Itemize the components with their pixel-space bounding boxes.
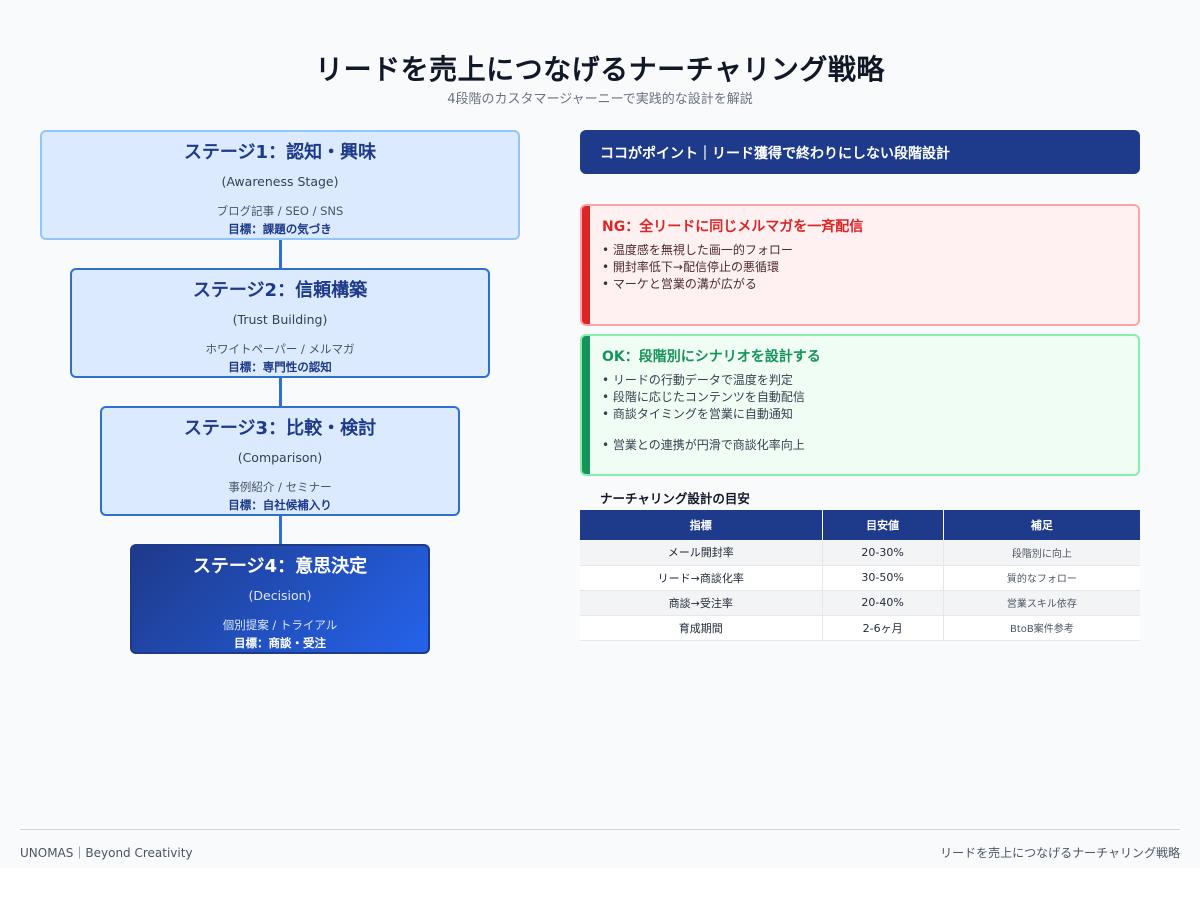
table-header-row: 指標 目安値 補足 bbox=[580, 510, 1140, 540]
ok-item: 営業との連携が円滑で商談化率向上 bbox=[602, 437, 1122, 454]
ng-item: 温度感を無視した画一的フォロー bbox=[602, 242, 1122, 259]
ok-title: OK：段階別にシナリオを設計する bbox=[602, 349, 821, 365]
stage-title: ステージ1：認知・興味 bbox=[183, 142, 377, 163]
stage-2-box: ステージ2：信頼構築 (Trust Building) ホワイトペーパー / メ… bbox=[70, 268, 490, 378]
stage-english-name: (Trust Building) bbox=[232, 312, 328, 327]
table-cell: BtoB案件参考 bbox=[943, 615, 1140, 641]
table-row: リード→商談化率 30-50% 質的なフォロー bbox=[580, 565, 1140, 591]
table-header-cell: 補足 bbox=[943, 510, 1140, 540]
stage-english-name: (Awareness Stage) bbox=[221, 174, 339, 189]
page-title: リードを売上につなげるナーチャリング戦略 bbox=[315, 53, 885, 86]
stage-english-name: (Decision) bbox=[248, 588, 312, 603]
stage-title: ステージ4：意思決定 bbox=[192, 556, 368, 577]
table-row: 育成期間 2-6ヶ月 BtoB案件参考 bbox=[580, 615, 1140, 641]
stage-goal: 目標：課題の気づき bbox=[228, 222, 332, 236]
table-cell: 20-40% bbox=[822, 590, 944, 616]
ng-title: NG：全リードに同じメルマガを一斉配信 bbox=[602, 219, 864, 235]
table-cell: 20-30% bbox=[822, 540, 944, 566]
table-header-cell: 目安値 bbox=[822, 510, 944, 540]
ok-accent-bar bbox=[582, 336, 590, 474]
page-subtitle: 4段階のカスタマージャーニーで実践的な設計を解説 bbox=[447, 92, 753, 107]
footer-divider bbox=[20, 829, 1180, 830]
stage-title: ステージ3：比較・検討 bbox=[183, 418, 377, 439]
table-row: メール開封率 20-30% 段階別に向上 bbox=[580, 540, 1140, 566]
table-cell: 2-6ヶ月 bbox=[822, 615, 944, 641]
table-cell: 営業スキル依存 bbox=[943, 590, 1140, 616]
table-header-cell: 指標 bbox=[580, 510, 823, 540]
stage-goal: 目標：専門性の認知 bbox=[228, 360, 332, 374]
stage-media: 個別提案 / トライアル bbox=[222, 618, 338, 632]
table-cell: メール開封率 bbox=[580, 540, 823, 566]
table-cell: 育成期間 bbox=[580, 615, 823, 641]
stage-title: ステージ2：信頼構築 bbox=[192, 280, 368, 301]
stage-goal: 目標：商談・受注 bbox=[234, 636, 326, 650]
ok-item: 商談タイミングを営業に自動通知 bbox=[602, 406, 1122, 423]
stage-media: 事例紹介 / セミナー bbox=[228, 480, 332, 494]
ng-item: マーケと営業の溝が広がる bbox=[602, 276, 1122, 293]
ok-spacer bbox=[602, 423, 1122, 437]
stage-connector-1-2 bbox=[279, 240, 282, 268]
table-title: ナーチャリング設計の目安 bbox=[600, 491, 750, 506]
table-cell: 質的なフォロー bbox=[943, 565, 1140, 591]
table-cell: 段階別に向上 bbox=[943, 540, 1140, 566]
stage-connector-2-3 bbox=[279, 378, 282, 406]
table-cell: 30-50% bbox=[822, 565, 944, 591]
footer-title: リードを売上につなげるナーチャリング戦略 bbox=[940, 846, 1180, 860]
table-cell: 商談→受注率 bbox=[580, 590, 823, 616]
metrics-table: 指標 目安値 補足 メール開封率 20-30% 段階別に向上 リード→商談化率 … bbox=[580, 510, 1140, 641]
stage-4-box: ステージ4：意思決定 (Decision) 個別提案 / トライアル 目標：商談… bbox=[130, 544, 430, 654]
ok-item: リードの行動データで温度を判定 bbox=[602, 372, 1122, 389]
stage-media: ホワイトペーパー / メルマガ bbox=[205, 342, 355, 356]
stage-1-box: ステージ1：認知・興味 (Awareness Stage) ブログ記事 / SE… bbox=[40, 130, 520, 240]
ok-card: OK：段階別にシナリオを設計する リードの行動データで温度を判定 段階に応じたコ… bbox=[580, 334, 1140, 476]
ng-item: 開封率低下→配信停止の悪循環 bbox=[602, 259, 1122, 276]
page-background: リードを売上につなげるナーチャリング戦略 4段階のカスタマージャーニーで実践的な… bbox=[0, 0, 1200, 868]
ng-card: NG：全リードに同じメルマガを一斉配信 温度感を無視した画一的フォロー 開封率低… bbox=[580, 204, 1140, 326]
footer-brand: UNOMAS｜Beyond Creativity bbox=[20, 846, 193, 860]
ng-accent-bar bbox=[582, 206, 590, 324]
table-row: 商談→受注率 20-40% 営業スキル依存 bbox=[580, 590, 1140, 616]
table-cell: リード→商談化率 bbox=[580, 565, 823, 591]
stage-3-box: ステージ3：比較・検討 (Comparison) 事例紹介 / セミナー 目標：… bbox=[100, 406, 460, 516]
stage-english-name: (Comparison) bbox=[237, 450, 323, 465]
point-banner: ココがポイント｜リード獲得で終わりにしない段階設計 bbox=[580, 130, 1140, 174]
stage-media: ブログ記事 / SEO / SNS bbox=[216, 204, 344, 218]
stage-goal: 目標：自社候補入り bbox=[228, 498, 332, 512]
stage-connector-3-4 bbox=[279, 516, 282, 544]
ok-item: 段階に応じたコンテンツを自動配信 bbox=[602, 389, 1122, 406]
